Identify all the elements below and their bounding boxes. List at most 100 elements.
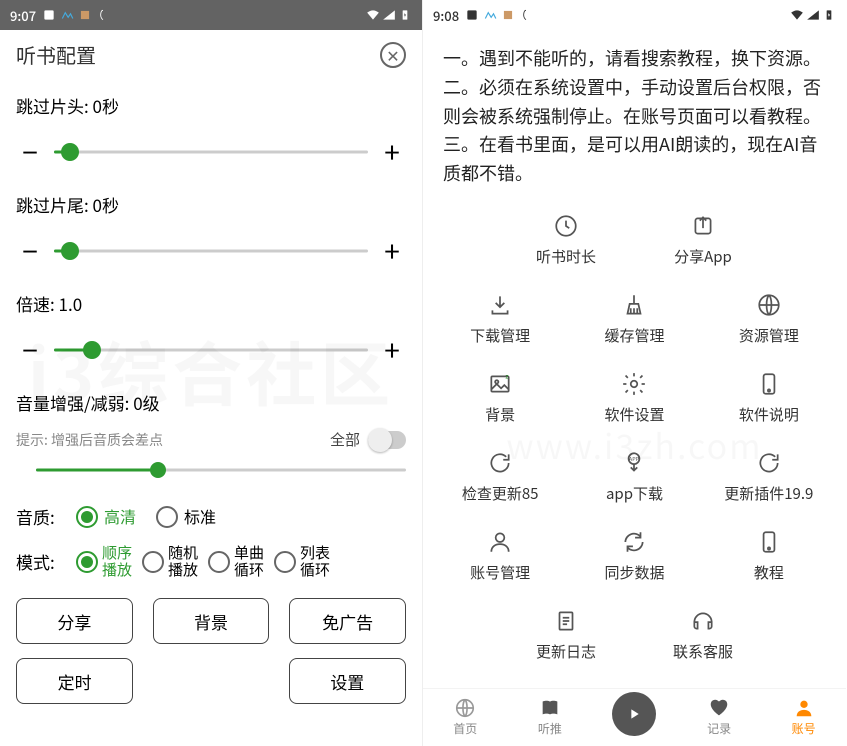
clock-icon	[552, 212, 580, 240]
heart-icon	[708, 698, 730, 718]
all-toggle[interactable]	[368, 431, 406, 449]
status-bar-right: 9:08	[423, 0, 846, 30]
toggle-label: 全部	[330, 429, 360, 450]
quality-hd[interactable]: 高清	[76, 506, 136, 528]
play-icon	[612, 692, 656, 736]
app-icon-2	[60, 8, 74, 22]
mode-random[interactable]: 随机播放	[142, 545, 198, 578]
app-icon-4	[96, 8, 110, 22]
quality-section-label: 音质:	[16, 504, 64, 529]
mode-section-label: 模式:	[16, 549, 64, 574]
mode-single[interactable]: 单曲循环	[208, 545, 264, 578]
doc-icon	[552, 607, 580, 635]
grid-分享App[interactable]: 分享App	[635, 202, 772, 281]
note-line-1: 一。遇到不能听的，请看搜索教程，换下资源。	[443, 44, 826, 73]
grid-听书时长[interactable]: 听书时长	[498, 202, 635, 281]
speed-label: 倍速: 1.0	[16, 291, 406, 316]
page-title: 听书配置	[16, 40, 96, 69]
grid-app下载[interactable]: APPapp下载	[567, 439, 701, 518]
speed-plus[interactable]: +	[378, 336, 406, 364]
skip-head-slider[interactable]	[54, 140, 368, 164]
note-line-3: 三。在看书里面，是可以用AI朗读的，现在AI音质都不错。	[443, 130, 826, 188]
app-icon-1	[42, 8, 56, 22]
grid-软件说明[interactable]: 软件说明	[702, 360, 836, 439]
mode-list[interactable]: 列表循环	[274, 545, 330, 578]
person-icon	[793, 698, 815, 718]
download-icon	[486, 291, 514, 319]
broom-icon	[620, 291, 648, 319]
grid-教程[interactable]: 教程	[702, 518, 836, 597]
phone-icon	[755, 370, 783, 398]
skip-tail-slider[interactable]	[54, 239, 368, 263]
grid-检查更新85[interactable]: 检查更新85	[433, 439, 567, 518]
grid-软件设置[interactable]: 软件设置	[567, 360, 701, 439]
grid-账号管理[interactable]: 账号管理	[433, 518, 567, 597]
app-icon-2	[483, 8, 497, 22]
skip-tail-plus[interactable]: +	[378, 237, 406, 265]
skip-tail-minus[interactable]: −	[16, 237, 44, 265]
signal-icon	[806, 8, 820, 22]
grid-联系客服[interactable]: 联系客服	[635, 597, 772, 676]
status-time: 9:07	[10, 6, 36, 25]
volume-label: 音量增强/减弱: 0级	[16, 390, 406, 415]
svg-text:z: z	[506, 371, 509, 381]
globe-icon	[755, 291, 783, 319]
sync-icon	[620, 528, 648, 556]
gear-icon	[620, 370, 648, 398]
background-button[interactable]: 背景	[153, 598, 270, 644]
status-bar: 9:07	[0, 0, 422, 30]
bottom-nav: 首页 听推 记录 账号	[423, 688, 846, 746]
grid-更新插件19.9[interactable]: 更新插件19.9	[702, 439, 836, 518]
grid-缓存管理[interactable]: 缓存管理	[567, 281, 701, 360]
share-icon	[689, 212, 717, 240]
app-icon-4	[519, 8, 533, 22]
book-icon	[539, 698, 561, 718]
speed-minus[interactable]: −	[16, 336, 44, 364]
headset-icon	[689, 607, 717, 635]
app-icon-1	[465, 8, 479, 22]
timer-button[interactable]: 定时	[16, 658, 133, 704]
volume-slider[interactable]	[36, 462, 406, 478]
settings-screen: 9:07 听书配置 ✕ 跳过片头: 0秒 −	[0, 0, 423, 746]
remove-ads-button[interactable]: 免广告	[289, 598, 406, 644]
person-icon	[486, 528, 514, 556]
signal-icon	[382, 8, 396, 22]
volume-hint: 提示: 增强后音质会差点	[16, 430, 163, 450]
speed-slider[interactable]	[54, 338, 368, 362]
nav-play[interactable]	[592, 689, 677, 746]
quality-standard[interactable]: 标准	[156, 506, 216, 528]
nav-history[interactable]: 记录	[677, 689, 762, 746]
notes-block: 一。遇到不能听的，请看搜索教程，换下资源。 二。必须在系统设置中，手动设置后台权…	[423, 30, 846, 198]
account-screen: 9:08 一。遇到不能听的，请看搜索教程，换下资源。 二。必须在系统设置中，手动…	[423, 0, 846, 746]
battery-icon	[398, 8, 412, 22]
wifi-icon	[790, 8, 804, 22]
grid-资源管理[interactable]: 资源管理	[702, 281, 836, 360]
nav-account[interactable]: 账号	[761, 689, 846, 746]
nav-listen[interactable]: 听推	[508, 689, 593, 746]
refresh-icon	[755, 449, 783, 477]
feature-grid: 听书时长分享App下载管理缓存管理资源管理z背景软件设置软件说明检查更新85AP…	[423, 198, 846, 680]
globe-icon	[454, 698, 476, 718]
skip-head-minus[interactable]: −	[16, 138, 44, 166]
app-icon-3	[78, 8, 92, 22]
battery-icon	[822, 8, 836, 22]
note-line-2: 二。必须在系统设置中，手动设置后台权限，否则会被系统强制停止。在账号页面可以看教…	[443, 73, 826, 131]
wifi-icon	[366, 8, 380, 22]
grid-下载管理[interactable]: 下载管理	[433, 281, 567, 360]
app-icon-3	[501, 8, 515, 22]
svg-text:APP: APP	[629, 455, 640, 463]
grid-背景[interactable]: z背景	[433, 360, 567, 439]
settings-button[interactable]: 设置	[289, 658, 406, 704]
refresh-icon	[486, 449, 514, 477]
grid-更新日志[interactable]: 更新日志	[498, 597, 635, 676]
status-time-right: 9:08	[433, 6, 459, 25]
nav-home[interactable]: 首页	[423, 689, 508, 746]
appdl-icon: APP	[620, 449, 648, 477]
grid-同步数据[interactable]: 同步数据	[567, 518, 701, 597]
close-button[interactable]: ✕	[380, 42, 406, 68]
skip-head-plus[interactable]: +	[378, 138, 406, 166]
skip-tail-label: 跳过片尾: 0秒	[16, 192, 406, 217]
mode-sequential[interactable]: 顺序播放	[76, 545, 132, 578]
share-button[interactable]: 分享	[16, 598, 133, 644]
phone-icon	[755, 528, 783, 556]
